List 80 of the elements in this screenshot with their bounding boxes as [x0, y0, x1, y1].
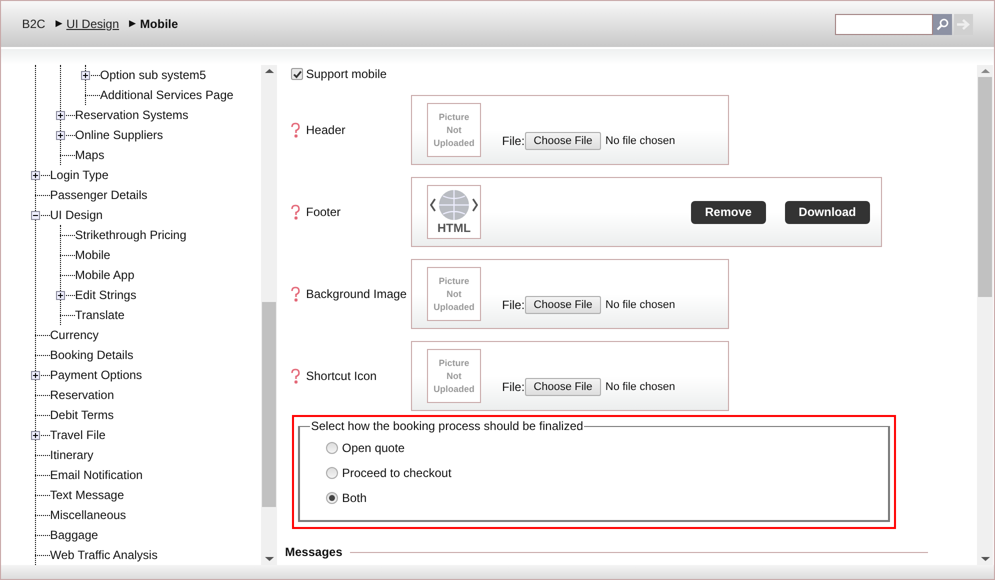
choose-file-button[interactable]: Choose File [524, 296, 602, 314]
field-label: Footer [306, 204, 341, 221]
breadcrumb-separator: ▶ [55, 17, 62, 30]
collapse-icon[interactable] [31, 210, 40, 220]
tree-item[interactable]: Edit Strings [75, 286, 136, 304]
help-icon[interactable] [290, 368, 301, 384]
tree-item[interactable]: Reservation [50, 386, 114, 404]
search-icon [936, 18, 949, 30]
file-label: File: [502, 133, 525, 150]
action-button[interactable]: Remove [690, 200, 766, 224]
radio-button[interactable] [326, 492, 338, 504]
file-status: No file chosen [605, 298, 676, 313]
help-icon[interactable] [290, 204, 301, 220]
breadcrumb-current: Mobile [140, 16, 178, 33]
radio-option[interactable]: Proceed to checkout [326, 460, 888, 485]
tree-item[interactable]: Email Notification [50, 466, 143, 484]
help-icon[interactable] [290, 286, 301, 302]
tree-item[interactable]: Login Type [50, 166, 108, 184]
tree-item[interactable]: Debit Terms [50, 406, 114, 424]
globe-icon [429, 189, 479, 221]
tree-item[interactable]: UI Design [50, 206, 103, 224]
tree-item[interactable]: Baggage [50, 526, 98, 544]
section-heading: Messages [285, 544, 342, 561]
radio-button[interactable] [326, 466, 338, 478]
tree-item[interactable]: Mobile [75, 246, 110, 264]
tree-item[interactable]: Online Suppliers [75, 126, 164, 144]
field-label: Shortcut Icon [306, 368, 377, 385]
placeholder-text: Picture Not Uploaded [432, 356, 476, 396]
tree-item[interactable]: Translate [75, 306, 125, 324]
tree-item[interactable]: Option sub system5 [100, 66, 206, 84]
search-field[interactable] [835, 14, 933, 34]
scroll-thumb[interactable] [978, 77, 992, 297]
tree-item[interactable]: Additional Services Page [100, 86, 234, 104]
breadcrumb-link[interactable]: UI Design [66, 15, 120, 33]
group-legend: Select how the booking process should be finalized [310, 417, 584, 435]
tree-item[interactable]: Currency [50, 326, 99, 344]
help-icon[interactable] [290, 122, 301, 138]
tree-item[interactable]: Itinerary [50, 446, 94, 464]
file-label: File: [502, 379, 525, 396]
expand-icon[interactable] [31, 430, 40, 440]
choose-file-button[interactable]: Choose File [524, 132, 602, 150]
tree-item[interactable]: Mobile App [75, 266, 134, 284]
expand-icon[interactable] [56, 110, 65, 120]
tree-item[interactable]: Booking Details [50, 346, 134, 364]
tree-item[interactable]: Text Message [50, 486, 124, 504]
expand-icon[interactable] [56, 290, 65, 300]
choose-file-button[interactable]: Choose File [524, 378, 602, 396]
tree-item[interactable]: Web Traffic Analysis [50, 546, 158, 564]
breadcrumb-separator: ▶ [129, 17, 136, 30]
placeholder-text: Picture Not Uploaded [432, 110, 476, 150]
scroll-thumb[interactable] [262, 302, 276, 507]
tree-item[interactable]: Reservation Systems [75, 106, 188, 124]
scrollbar[interactable] [977, 65, 993, 565]
breadcrumb-item: B2C [22, 16, 46, 33]
html-label: HTML [437, 221, 471, 235]
file-status: No file chosen [605, 134, 676, 149]
tree-item[interactable]: Passenger Details [50, 186, 148, 204]
scrollbar[interactable] [261, 65, 277, 565]
expand-icon[interactable] [31, 170, 40, 180]
checkbox[interactable] [291, 68, 303, 80]
file-label: File: [502, 297, 525, 314]
tree-item[interactable]: Payment Options [50, 366, 142, 384]
tree-item[interactable]: Miscellaneous [50, 506, 126, 524]
search-button[interactable] [933, 14, 952, 34]
radio-button[interactable] [326, 442, 338, 454]
tree-item[interactable]: Maps [75, 146, 104, 164]
placeholder-text: Picture Not Uploaded [432, 274, 476, 314]
file-status: No file chosen [605, 380, 676, 395]
expand-icon[interactable] [56, 130, 65, 140]
expand-icon[interactable] [81, 70, 90, 80]
expand-icon[interactable] [31, 370, 40, 380]
radio-option[interactable]: Both [326, 485, 888, 510]
tree-item[interactable]: Travel File [50, 426, 106, 444]
support-mobile-checkbox[interactable]: Support mobile [291, 65, 977, 83]
action-button[interactable]: Download [784, 200, 870, 224]
field-label: Background Image [306, 286, 407, 303]
tree-item[interactable]: Strikethrough Pricing [75, 226, 186, 244]
field-label: Header [306, 122, 346, 139]
arrow-right-icon [956, 18, 971, 30]
radio-option[interactable]: Open quote [326, 435, 888, 460]
